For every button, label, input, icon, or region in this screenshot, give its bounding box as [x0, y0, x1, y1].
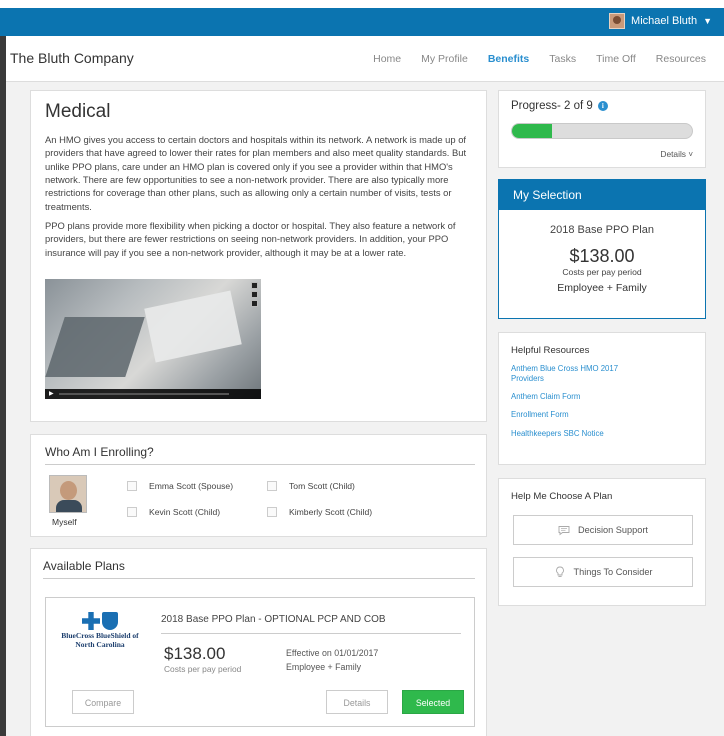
- video-share-icon[interactable]: [251, 300, 258, 307]
- progress-header: Progress- 2 of 9 i: [511, 100, 693, 112]
- play-icon[interactable]: ▶: [49, 390, 54, 397]
- resource-link-claim-form[interactable]: Anthem Claim Form: [511, 392, 693, 402]
- dependent-kimberly[interactable]: Kimberly Scott (Child): [267, 507, 372, 517]
- plan-card: BlueCross BlueShield of North Carolina 2…: [45, 597, 475, 727]
- resource-link-sbc-notice[interactable]: Healthkeepers SBC Notice: [511, 429, 693, 439]
- video-laptop: [45, 317, 145, 377]
- plan-name: 2018 Base PPO Plan - OPTIONAL PCP AND CO…: [161, 614, 461, 634]
- checkbox[interactable]: [267, 507, 277, 517]
- ppo-description: PPO plans provide more flexibility when …: [45, 220, 456, 258]
- dependent-label: Kimberly Scott (Child): [289, 507, 373, 517]
- dependent-emma[interactable]: Emma Scott (Spouse): [127, 481, 233, 491]
- video-controls: ▶: [45, 389, 261, 399]
- plans-card: Available Plans BlueCross BlueShield of …: [30, 548, 487, 736]
- progress-bar: [511, 123, 693, 139]
- enrolling-card: Who Am I Enrolling? Myself Emma Scott (S…: [30, 434, 487, 537]
- video-heart-icon[interactable]: [251, 282, 258, 289]
- plan-cost-label: Costs per pay period: [164, 664, 242, 674]
- cross-icon: [82, 612, 100, 630]
- plan-effective: Effective on 01/01/2017 Employee + Famil…: [286, 646, 378, 674]
- user-name: Michael Bluth: [631, 15, 698, 27]
- selection-cost-label: Costs per pay period: [562, 267, 642, 277]
- dependent-label: Emma Scott (Spouse): [149, 481, 234, 491]
- details-button[interactable]: Details: [326, 690, 388, 714]
- user-menu[interactable]: Michael Bluth ▼: [609, 13, 712, 29]
- dependent-label: Tom Scott (Child): [289, 481, 355, 491]
- nav-resources[interactable]: Resources: [656, 53, 706, 65]
- main-nav: The Bluth Company Home My Profile Benefi…: [0, 36, 724, 82]
- things-to-consider-button[interactable]: Things To Consider: [513, 557, 693, 587]
- resource-link-enrollment-form[interactable]: Enrollment Form: [511, 410, 693, 420]
- bcbs-symbol: [52, 612, 148, 630]
- chat-bubble-icon: [558, 526, 570, 536]
- lightbulb-icon: [555, 566, 564, 577]
- decision-support-label: Decision Support: [578, 525, 648, 535]
- video-side-controls: [251, 282, 258, 307]
- dependent-tom[interactable]: Tom Scott (Child): [267, 481, 355, 491]
- carrier-logo: BlueCross BlueShield of North Carolina: [52, 612, 148, 649]
- caret-down-icon: ▼: [703, 16, 712, 26]
- self-avatar: [49, 475, 87, 513]
- dependent-label: Kevin Scott (Child): [149, 507, 221, 517]
- hmo-description: An HMO gives you access to certain docto…: [45, 134, 467, 212]
- things-to-consider-label: Things To Consider: [573, 567, 653, 577]
- window-top-edge: [0, 0, 724, 8]
- shield-icon: [102, 612, 118, 630]
- video-paper: [144, 290, 242, 363]
- plans-title: Available Plans: [43, 559, 475, 579]
- carrier-name: BlueCross BlueShield of North Carolina: [61, 631, 139, 649]
- chevron-down-icon: ˅: [688, 150, 693, 159]
- dependent-kevin[interactable]: Kevin Scott (Child): [127, 507, 220, 517]
- compare-button[interactable]: Compare: [72, 690, 134, 714]
- nav-benefits[interactable]: Benefits: [488, 53, 529, 65]
- plan-price: $138.00: [164, 644, 226, 663]
- enrolling-title: Who Am I Enrolling?: [45, 445, 475, 465]
- resources-title: Helpful Resources: [511, 345, 590, 356]
- progress-fill: [512, 124, 552, 138]
- medical-title: Medical: [45, 101, 111, 122]
- progress-details-label: Details: [660, 149, 686, 159]
- selection-body: 2018 Base PPO Plan $138.00 Costs per pay…: [499, 224, 705, 294]
- progress-label: Progress- 2 of 9: [511, 100, 593, 112]
- self-label: Myself: [52, 517, 77, 527]
- checkbox[interactable]: [267, 481, 277, 491]
- nav-time-off[interactable]: Time Off: [596, 53, 636, 65]
- progress-card: Progress- 2 of 9 i Details ˅: [498, 90, 706, 168]
- selection-plan: 2018 Base PPO Plan: [550, 224, 654, 236]
- top-bar: Michael Bluth ▼: [0, 8, 724, 36]
- nav-my-profile[interactable]: My Profile: [421, 53, 468, 65]
- user-avatar: [609, 13, 626, 29]
- checkbox[interactable]: [127, 481, 137, 491]
- checkbox[interactable]: [127, 507, 137, 517]
- selection-price: $138.00: [569, 246, 635, 266]
- effective-date: Effective on 01/01/2017: [286, 648, 379, 658]
- company-brand[interactable]: The Bluth Company: [10, 50, 134, 66]
- selected-button[interactable]: Selected: [402, 690, 464, 714]
- video-player[interactable]: ▶: [45, 279, 261, 399]
- nav-links: Home My Profile Benefits Tasks Time Off …: [373, 53, 706, 65]
- selection-title: My Selection: [499, 180, 705, 210]
- video-clock-icon[interactable]: [251, 291, 258, 298]
- resource-link-hmo-providers[interactable]: Anthem Blue Cross HMO 2017 Providers: [511, 364, 651, 384]
- decision-support-button[interactable]: Decision Support: [513, 515, 693, 545]
- selection-card: My Selection 2018 Base PPO Plan $138.00 …: [498, 179, 706, 319]
- info-icon[interactable]: i: [597, 101, 608, 111]
- nav-tasks[interactable]: Tasks: [549, 53, 576, 65]
- window-left-edge: [0, 36, 6, 736]
- plan-coverage: Employee + Family: [286, 662, 362, 673]
- help-card: Help Me Choose A Plan Decision Support T…: [498, 478, 706, 606]
- resources-card: Helpful Resources Anthem Blue Cross HMO …: [498, 332, 706, 465]
- progress-details-link[interactable]: Details ˅: [660, 149, 693, 159]
- video-scrubber[interactable]: [59, 393, 229, 395]
- nav-home[interactable]: Home: [373, 53, 401, 65]
- selection-coverage: Employee + Family: [557, 282, 647, 294]
- help-title: Help Me Choose A Plan: [511, 491, 613, 502]
- medical-card: Medical An HMO gives you access to certa…: [30, 90, 487, 422]
